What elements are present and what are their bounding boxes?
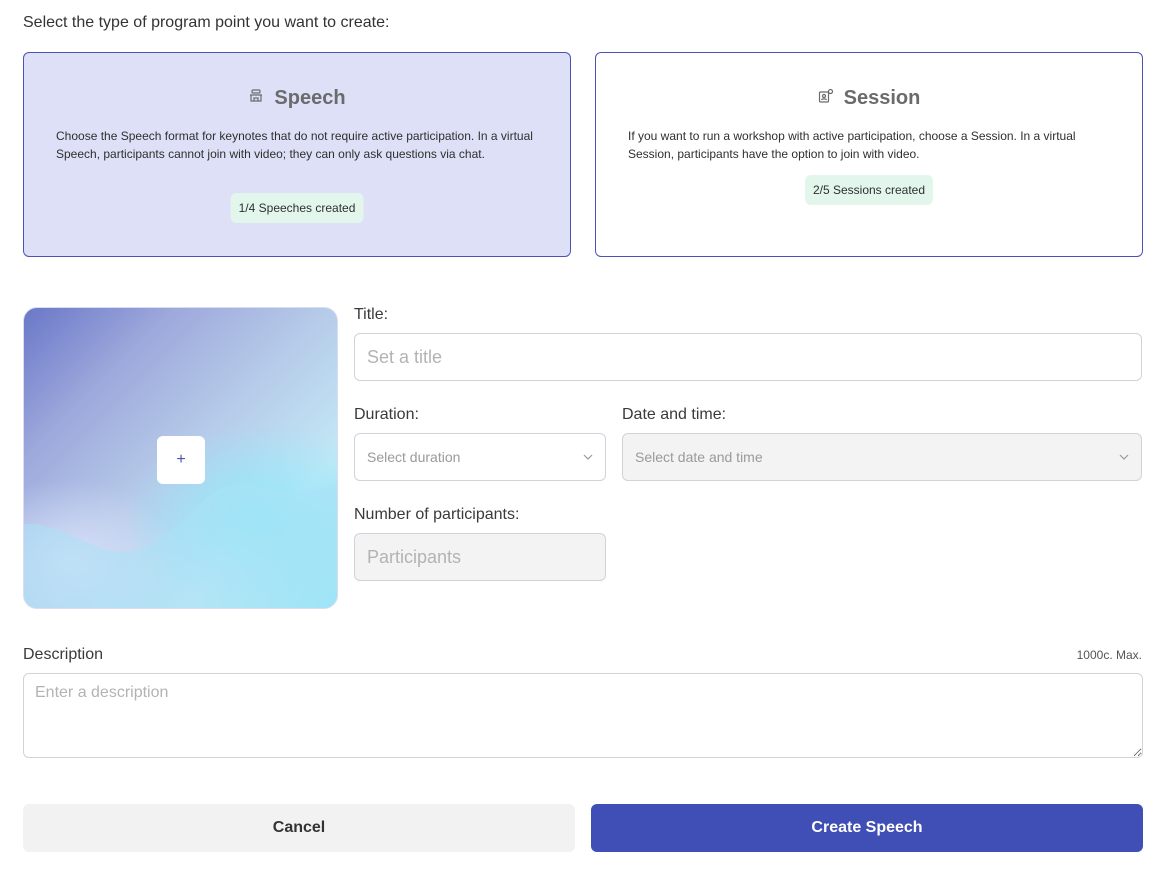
create-speech-button[interactable]: Create Speech [591, 804, 1143, 852]
description-input[interactable] [23, 673, 1143, 758]
session-count-badge: 2/5 Sessions created [804, 175, 934, 205]
duration-placeholder: Select duration [367, 449, 461, 465]
cover-image-upload[interactable]: + [23, 307, 338, 609]
session-type-card[interactable]: Session If you want to run a workshop wi… [595, 52, 1143, 257]
session-description: If you want to run a workshop with activ… [628, 129, 1076, 161]
type-select-prompt: Select the type of program point you wan… [23, 14, 390, 31]
datetime-select[interactable]: Select date and time [622, 433, 1142, 481]
participants-label: Number of participants: [354, 506, 520, 523]
title-input[interactable] [354, 333, 1142, 381]
speech-description: Choose the Speech format for keynotes th… [56, 129, 533, 161]
datetime-label: Date and time: [622, 406, 727, 423]
speech-type-card[interactable]: Speech Choose the Speech format for keyn… [23, 52, 571, 257]
speech-title-text: Speech [274, 87, 346, 109]
session-title-text: Session [843, 87, 921, 109]
duration-label: Duration: [354, 406, 419, 423]
participants-input[interactable] [354, 533, 606, 581]
datetime-placeholder: Select date and time [635, 449, 763, 465]
speech-card-title: Speech [24, 87, 570, 110]
speech-count-badge: 1/4 Speeches created [230, 193, 364, 223]
description-char-limit: 1000c. Max. [1076, 648, 1142, 662]
description-label: Description [23, 646, 104, 663]
title-label: Title: [354, 306, 389, 323]
chevron-down-icon [1119, 454, 1129, 460]
chevron-down-icon [583, 454, 593, 460]
session-icon [818, 87, 834, 110]
podium-icon [248, 87, 264, 110]
cancel-button[interactable]: Cancel [23, 804, 575, 852]
add-image-button[interactable]: + [157, 436, 205, 484]
duration-select[interactable]: Select duration [354, 433, 606, 481]
session-card-title: Session [596, 87, 1142, 110]
